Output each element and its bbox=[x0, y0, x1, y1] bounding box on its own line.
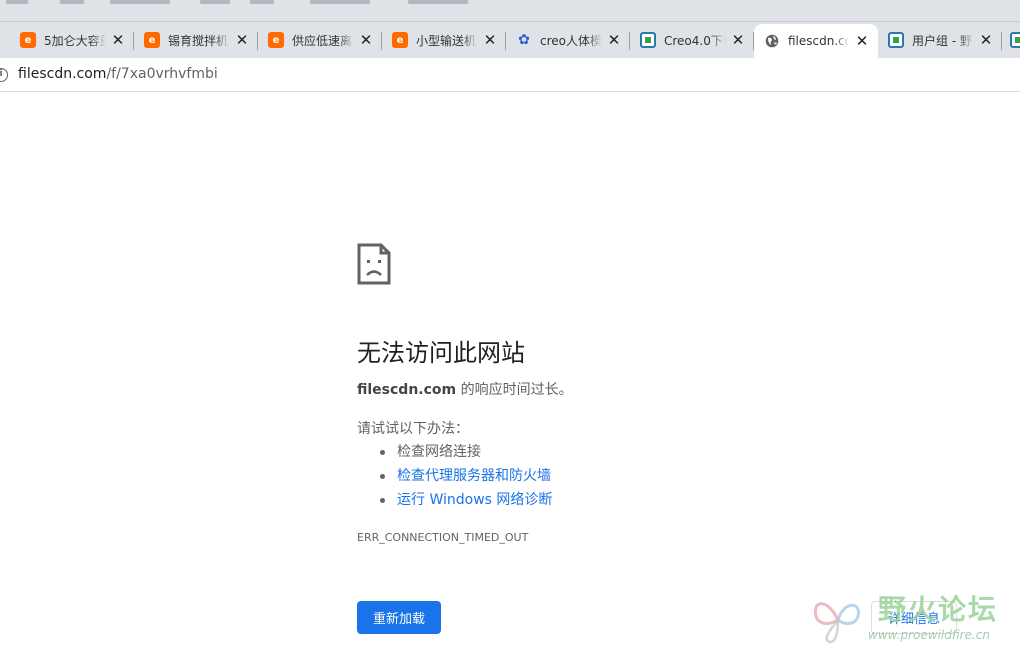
suggestion-list: 检查网络连接 检查代理服务器和防火墙 运行 Windows 网络诊断 bbox=[380, 440, 552, 512]
alibaba-icon: e bbox=[20, 32, 36, 48]
tab-1[interactable]: e 锡育搅拌机 ✕ bbox=[134, 24, 258, 56]
close-icon[interactable]: ✕ bbox=[482, 31, 498, 49]
sad-page-icon bbox=[357, 243, 391, 285]
details-button[interactable]: 详细信息 bbox=[871, 601, 957, 634]
error-page: 无法访问此网站 filescdn.com 的响应时间过长。 请试试以下办法： 检… bbox=[0, 93, 1020, 654]
tab-0[interactable]: e 5加仑大容量 ✕ bbox=[10, 24, 134, 56]
close-icon[interactable]: ✕ bbox=[234, 31, 250, 49]
tab-title: 锡育搅拌机 bbox=[168, 33, 229, 48]
globe-icon bbox=[764, 33, 780, 49]
tab-title: 小型输送机 bbox=[416, 33, 477, 48]
error-code: ERR_CONNECTION_TIMED_OUT bbox=[357, 531, 529, 544]
close-icon[interactable]: ✕ bbox=[978, 31, 994, 49]
baidu-paw-icon: ✿ bbox=[518, 32, 530, 48]
suggestion-run-diagnostics-link[interactable]: 运行 Windows 网络诊断 bbox=[380, 488, 552, 512]
error-title: 无法访问此网站 bbox=[357, 339, 525, 367]
tab-6-active[interactable]: filescdn.com ✕ bbox=[754, 24, 878, 58]
url-text[interactable]: filescdn.com/f/7xa0vrhvfmbi bbox=[18, 66, 218, 82]
url-path: /f/7xa0vrhvfmbi bbox=[106, 66, 218, 82]
close-icon[interactable]: ✕ bbox=[854, 32, 870, 50]
tab-strip: e 5加仑大容量 ✕ e 锡育搅拌机 ✕ e 供应低速离 ✕ e 小型输送机 ✕… bbox=[0, 22, 1020, 58]
suggestion-check-proxy-link[interactable]: 检查代理服务器和防火墙 bbox=[380, 464, 552, 488]
close-icon[interactable]: ✕ bbox=[110, 31, 126, 49]
suggestion-check-network: 检查网络连接 bbox=[380, 440, 552, 464]
try-label: 请试试以下办法： bbox=[357, 421, 469, 437]
alibaba-icon: e bbox=[144, 32, 160, 48]
document-icon bbox=[640, 32, 656, 48]
reload-button[interactable]: 重新加载 bbox=[357, 601, 441, 634]
tab-title: 供应低速离 bbox=[292, 33, 353, 48]
alibaba-icon: e bbox=[268, 32, 284, 48]
site-info-icon[interactable]: i bbox=[0, 68, 8, 82]
tab-8-partial[interactable] bbox=[1004, 24, 1020, 56]
close-icon[interactable]: ✕ bbox=[730, 31, 746, 49]
document-icon bbox=[1010, 32, 1020, 48]
bookmarks-bar bbox=[0, 0, 1020, 22]
error-description: filescdn.com 的响应时间过长。 bbox=[357, 379, 573, 399]
tab-title: filescdn.com bbox=[788, 34, 850, 48]
error-host: filescdn.com bbox=[357, 382, 457, 398]
tab-3[interactable]: e 小型输送机 ✕ bbox=[382, 24, 506, 56]
tab-title: creo人体模 bbox=[540, 33, 602, 48]
tab-title: 5加仑大容量 bbox=[44, 33, 106, 48]
document-icon bbox=[888, 32, 904, 48]
tab-4[interactable]: ✿ creo人体模 ✕ bbox=[506, 24, 630, 56]
error-message: 的响应时间过长。 bbox=[456, 382, 573, 398]
close-icon[interactable]: ✕ bbox=[358, 31, 374, 49]
address-bar[interactable]: i filescdn.com/f/7xa0vrhvfmbi bbox=[0, 58, 1020, 92]
alibaba-icon: e bbox=[392, 32, 408, 48]
close-icon[interactable]: ✕ bbox=[606, 31, 622, 49]
url-host: filescdn.com bbox=[18, 66, 107, 82]
tab-5[interactable]: Creo4.0下载 ✕ bbox=[630, 24, 754, 56]
tab-7[interactable]: 用户组 - 野 ✕ bbox=[878, 24, 1002, 56]
tab-2[interactable]: e 供应低速离 ✕ bbox=[258, 24, 382, 56]
tab-title: 用户组 - 野 bbox=[912, 33, 972, 48]
tab-title: Creo4.0下载 bbox=[664, 33, 726, 48]
